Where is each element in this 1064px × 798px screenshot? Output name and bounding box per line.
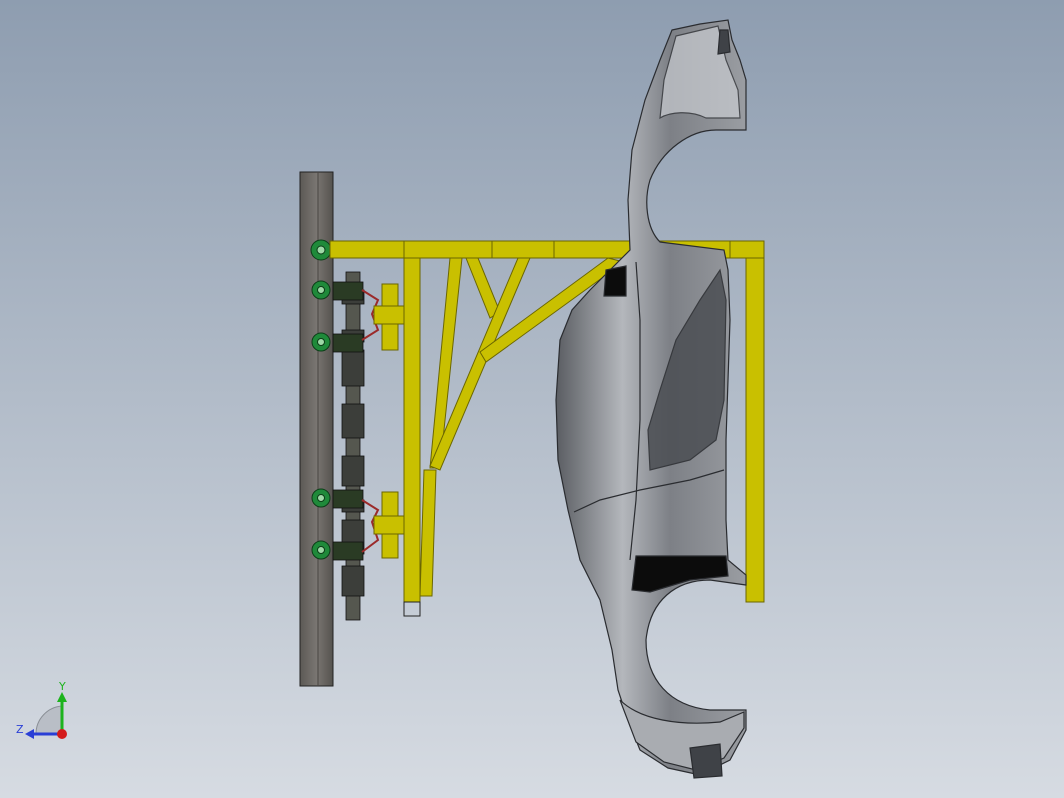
triad-base [35, 705, 63, 735]
z-axis-label: Z [16, 723, 24, 736]
y-axis-label: Y [58, 680, 66, 693]
x-axis-origin-dot [57, 729, 67, 739]
view-orientation-triad: Y Z [16, 680, 67, 739]
cad-graphics-viewport[interactable]: Y Z [0, 0, 1064, 798]
